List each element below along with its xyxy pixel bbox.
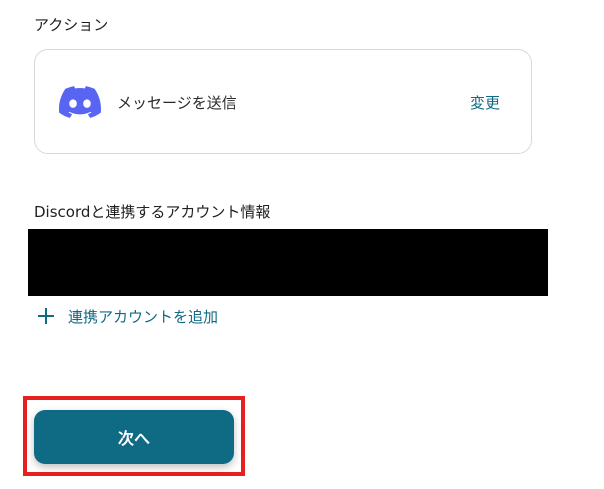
add-account-button[interactable]: 連携アカウントを追加 xyxy=(36,304,218,328)
add-account-label: 連携アカウントを追加 xyxy=(68,307,219,326)
account-section-title: Discordと連携するアカウント情報 xyxy=(34,203,271,221)
action-name: メッセージを送信 xyxy=(117,94,237,112)
action-card: メッセージを送信 変更 xyxy=(34,49,532,154)
action-section-title: アクション xyxy=(34,16,109,34)
change-link[interactable]: 変更 xyxy=(470,92,500,113)
next-button[interactable]: 次へ xyxy=(34,410,234,464)
redacted-account-field[interactable] xyxy=(28,229,548,296)
discord-icon xyxy=(59,86,101,118)
plus-icon xyxy=(36,306,56,326)
